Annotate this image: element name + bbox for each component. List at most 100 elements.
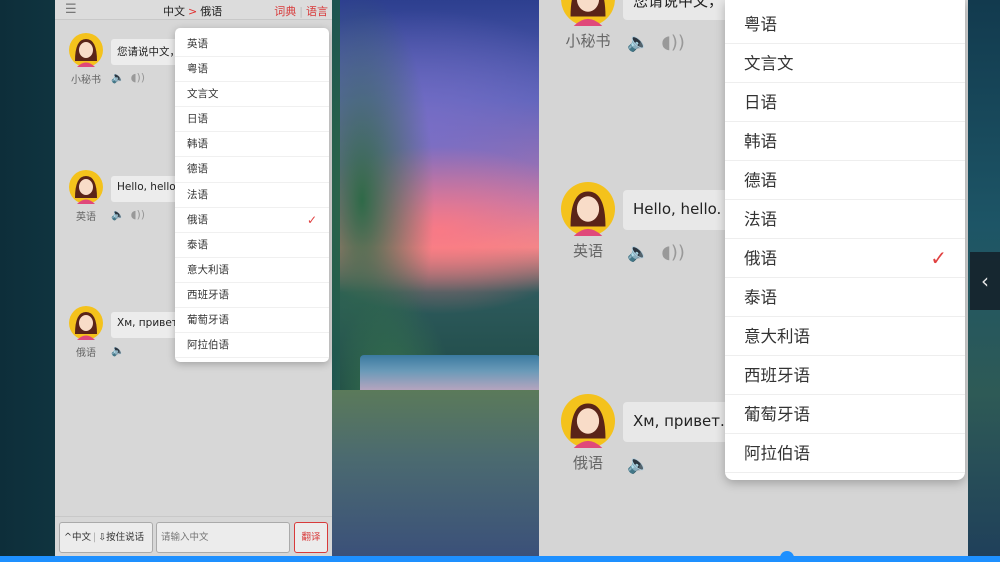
option-label: 葡萄牙语: [187, 314, 229, 327]
option-label: 葡萄牙语: [744, 405, 810, 424]
option-label: 韩语: [744, 132, 777, 151]
message-controls: 🔈 ◖)): [627, 32, 697, 53]
language-option-selected[interactable]: 俄语 ✓: [175, 208, 329, 233]
message-controls: 🔈 ◖)): [111, 71, 151, 84]
playback-progress-bar[interactable]: [0, 556, 1000, 562]
chevron-up-icon[interactable]: ^: [64, 532, 72, 543]
checkmark-icon: ✓: [930, 246, 947, 270]
language-option[interactable]: 粤语: [725, 5, 965, 44]
option-label: 日语: [187, 113, 208, 126]
option-label: 阿拉伯语: [187, 339, 229, 352]
play-sound-icon[interactable]: ◖)): [131, 208, 145, 221]
option-label: 德语: [744, 171, 777, 190]
option-label: 泰语: [187, 238, 208, 251]
progress-handle[interactable]: [780, 551, 794, 562]
language-option[interactable]: 日语: [175, 107, 329, 133]
translate-button[interactable]: 翻译: [294, 522, 328, 553]
language-link[interactable]: 语言: [306, 5, 328, 18]
wallpaper-lake: [360, 355, 540, 395]
dictionary-link[interactable]: 词典: [274, 5, 296, 18]
option-label: 粤语: [744, 15, 777, 34]
sender-name: 小秘书: [565, 32, 611, 50]
language-option[interactable]: 英语: [175, 32, 329, 58]
text-input[interactable]: [156, 522, 290, 553]
avatar: [69, 170, 103, 204]
avatar: [561, 394, 615, 448]
speaker-icon[interactable]: 🔈: [627, 242, 649, 263]
source-language: 中文: [163, 5, 185, 18]
language-option[interactable]: 葡萄牙语: [175, 308, 329, 334]
option-label: 粤语: [187, 63, 208, 76]
language-option[interactable]: 德语: [725, 161, 965, 200]
header-links: 词典 | 语言: [274, 3, 328, 19]
option-label: 意大利语: [744, 327, 810, 346]
language-option[interactable]: 泰语: [175, 233, 329, 258]
option-label: 俄语: [187, 213, 208, 226]
hold-to-talk-button[interactable]: 按住说话: [106, 532, 144, 543]
sender-name: 英语: [76, 212, 96, 223]
language-option[interactable]: 阿拉伯语: [725, 434, 965, 473]
option-label: 日语: [744, 93, 777, 112]
option-label: 文言文: [187, 88, 219, 101]
play-sound-icon[interactable]: ◖)): [661, 32, 685, 53]
option-label: 韩语: [187, 138, 208, 151]
option-label: 泰语: [744, 288, 777, 307]
target-language: 俄语: [200, 5, 223, 18]
language-option[interactable]: 韩语: [725, 122, 965, 161]
speaker-icon[interactable]: 🔈: [627, 454, 649, 475]
sender-name: 俄语: [76, 348, 96, 359]
speaker-icon[interactable]: 🔈: [627, 32, 649, 53]
translator-app-small: ☰ 中文 > 俄语 词典 | 语言 小秘书 您请说中文， 🔈 ◖)) 英语 Hello,: [55, 0, 332, 556]
divider: |: [92, 532, 97, 543]
wallpaper-meadow: [332, 390, 542, 562]
option-label: 西班牙语: [744, 366, 810, 385]
sender-name: 小秘书: [71, 75, 101, 86]
message-bubble: 您请说中文，: [623, 0, 734, 20]
language-option[interactable]: 德语: [175, 157, 329, 183]
avatar: [561, 182, 615, 236]
language-option[interactable]: 文言文: [175, 82, 329, 108]
language-pair-title[interactable]: 中文 > 俄语: [163, 3, 222, 19]
language-option-selected[interactable]: 俄语 ✓: [725, 239, 965, 278]
language-dropdown: 粤语 文言文 日语 韩语 德语 法语 俄语 ✓ 泰语 意大利语 西班牙语 葡萄牙语…: [725, 0, 965, 480]
speaker-icon[interactable]: 🔈: [111, 71, 125, 84]
language-option[interactable]: 文言文: [725, 44, 965, 83]
message-controls: 🔈: [627, 454, 661, 475]
link-separator: |: [299, 5, 303, 18]
language-option[interactable]: 西班牙语: [175, 283, 329, 309]
option-label: 法语: [187, 188, 208, 201]
translator-app-large: 小秘书 您请说中文， 🔈 ◖)) 英语 Hello, hello. 🔈 ◖)) 俄语…: [539, 0, 968, 556]
option-label: 文言文: [744, 54, 794, 73]
language-dropdown: 英语 粤语 文言文 日语 韩语 德语 法语 俄语 ✓ 泰语 意大利语 西班牙语 葡…: [175, 28, 329, 362]
speaker-icon[interactable]: 🔈: [111, 344, 125, 357]
language-option[interactable]: 法语: [725, 200, 965, 239]
language-option[interactable]: 意大利语: [175, 258, 329, 283]
play-sound-icon[interactable]: ◖)): [131, 71, 145, 84]
option-label: 法语: [744, 210, 777, 229]
checkmark-icon: ✓: [306, 212, 317, 227]
language-option[interactable]: 阿拉伯语: [175, 333, 329, 359]
voice-controls: ^中文 | ⇩按住说话: [59, 522, 153, 553]
direction-arrow: >: [188, 5, 198, 18]
language-option[interactable]: 葡萄牙语: [725, 395, 965, 434]
option-label: 阿拉伯语: [744, 444, 810, 463]
language-option[interactable]: 法语: [175, 183, 329, 208]
speaker-icon[interactable]: 🔈: [111, 208, 125, 221]
lang-toggle-button[interactable]: 中文: [72, 532, 91, 543]
message-bubble: Хм, привет.: [623, 402, 735, 442]
sender-name: 英语: [572, 242, 603, 260]
language-option[interactable]: 泰语: [725, 278, 965, 317]
language-option[interactable]: 粤语: [175, 57, 329, 83]
message-bubble: Hello, hello.: [111, 176, 185, 202]
option-label: 西班牙语: [187, 288, 229, 301]
chevron-left-icon[interactable]: ‹: [970, 252, 1000, 310]
hamburger-icon[interactable]: ☰: [65, 2, 77, 17]
play-sound-icon[interactable]: ◖)): [661, 242, 685, 263]
avatar: [561, 0, 615, 26]
language-option[interactable]: 韩语: [175, 132, 329, 158]
language-option[interactable]: 意大利语: [725, 317, 965, 356]
message-controls: 🔈: [111, 344, 131, 357]
message-controls: 🔈 ◖)): [627, 242, 697, 263]
language-option[interactable]: 日语: [725, 83, 965, 122]
language-option[interactable]: 西班牙语: [725, 356, 965, 395]
